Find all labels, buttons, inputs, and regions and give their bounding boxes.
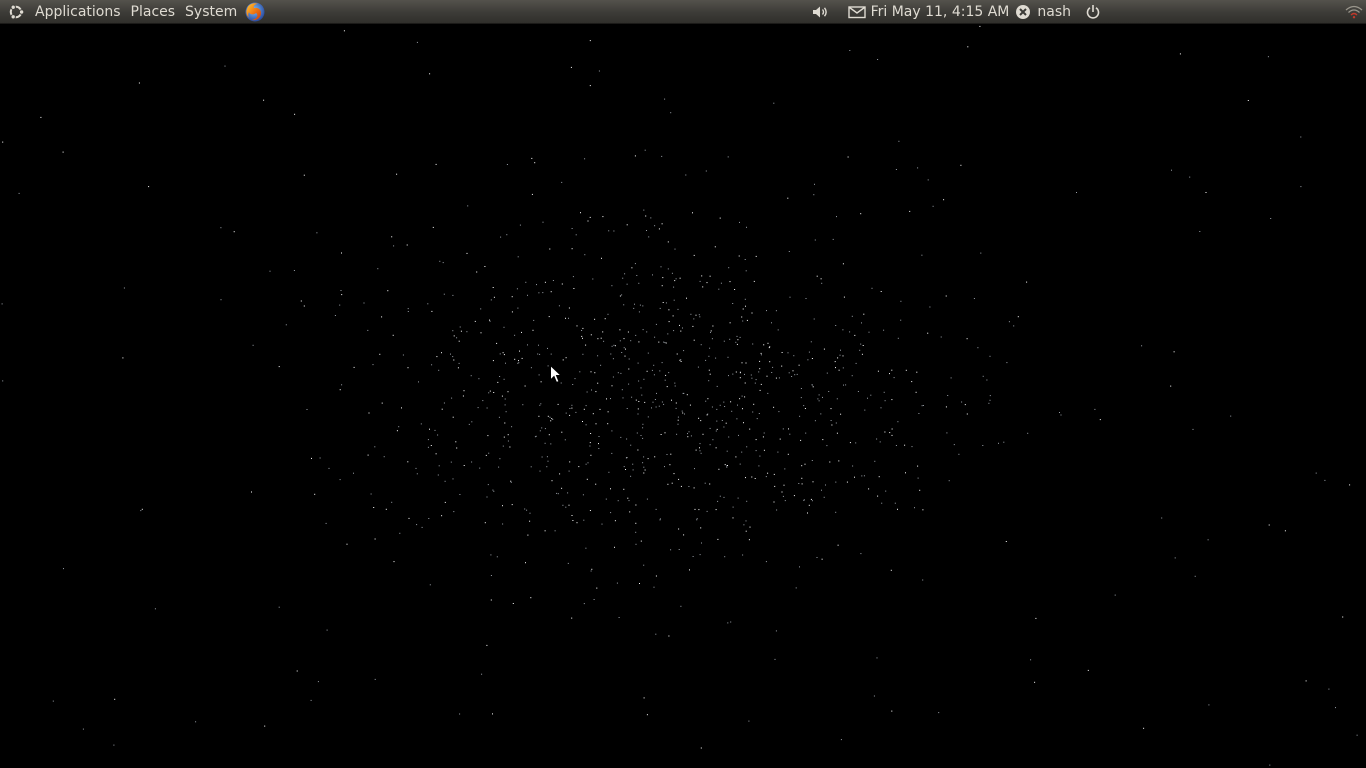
panel-right-section: Fri May 11, 4:15 AM nash bbox=[810, 0, 1366, 24]
system-menu[interactable]: System bbox=[180, 0, 242, 24]
applications-menu[interactable]: Applications bbox=[30, 0, 126, 24]
power-icon[interactable] bbox=[1084, 0, 1102, 24]
envelope-icon[interactable] bbox=[846, 0, 868, 24]
desktop[interactable] bbox=[0, 25, 1366, 768]
firefox-icon[interactable] bbox=[242, 0, 268, 24]
wifi-icon[interactable] bbox=[1342, 0, 1366, 24]
volume-icon[interactable] bbox=[810, 0, 832, 24]
places-menu[interactable]: Places bbox=[126, 0, 181, 24]
ubuntu-logo-icon[interactable] bbox=[2, 0, 30, 24]
screen: Applications Places System Fri May 11, 4… bbox=[0, 0, 1366, 768]
offline-status-icon[interactable] bbox=[1013, 0, 1033, 24]
panel-left-section: Applications Places System bbox=[0, 0, 268, 24]
top-panel: Applications Places System Fri May 11, 4… bbox=[0, 0, 1366, 24]
username[interactable]: nash bbox=[1033, 0, 1076, 24]
arrow-pointer-icon bbox=[550, 365, 562, 384]
clock[interactable]: Fri May 11, 4:15 AM bbox=[868, 0, 1014, 24]
starfield-wallpaper bbox=[1, 25, 1358, 766]
